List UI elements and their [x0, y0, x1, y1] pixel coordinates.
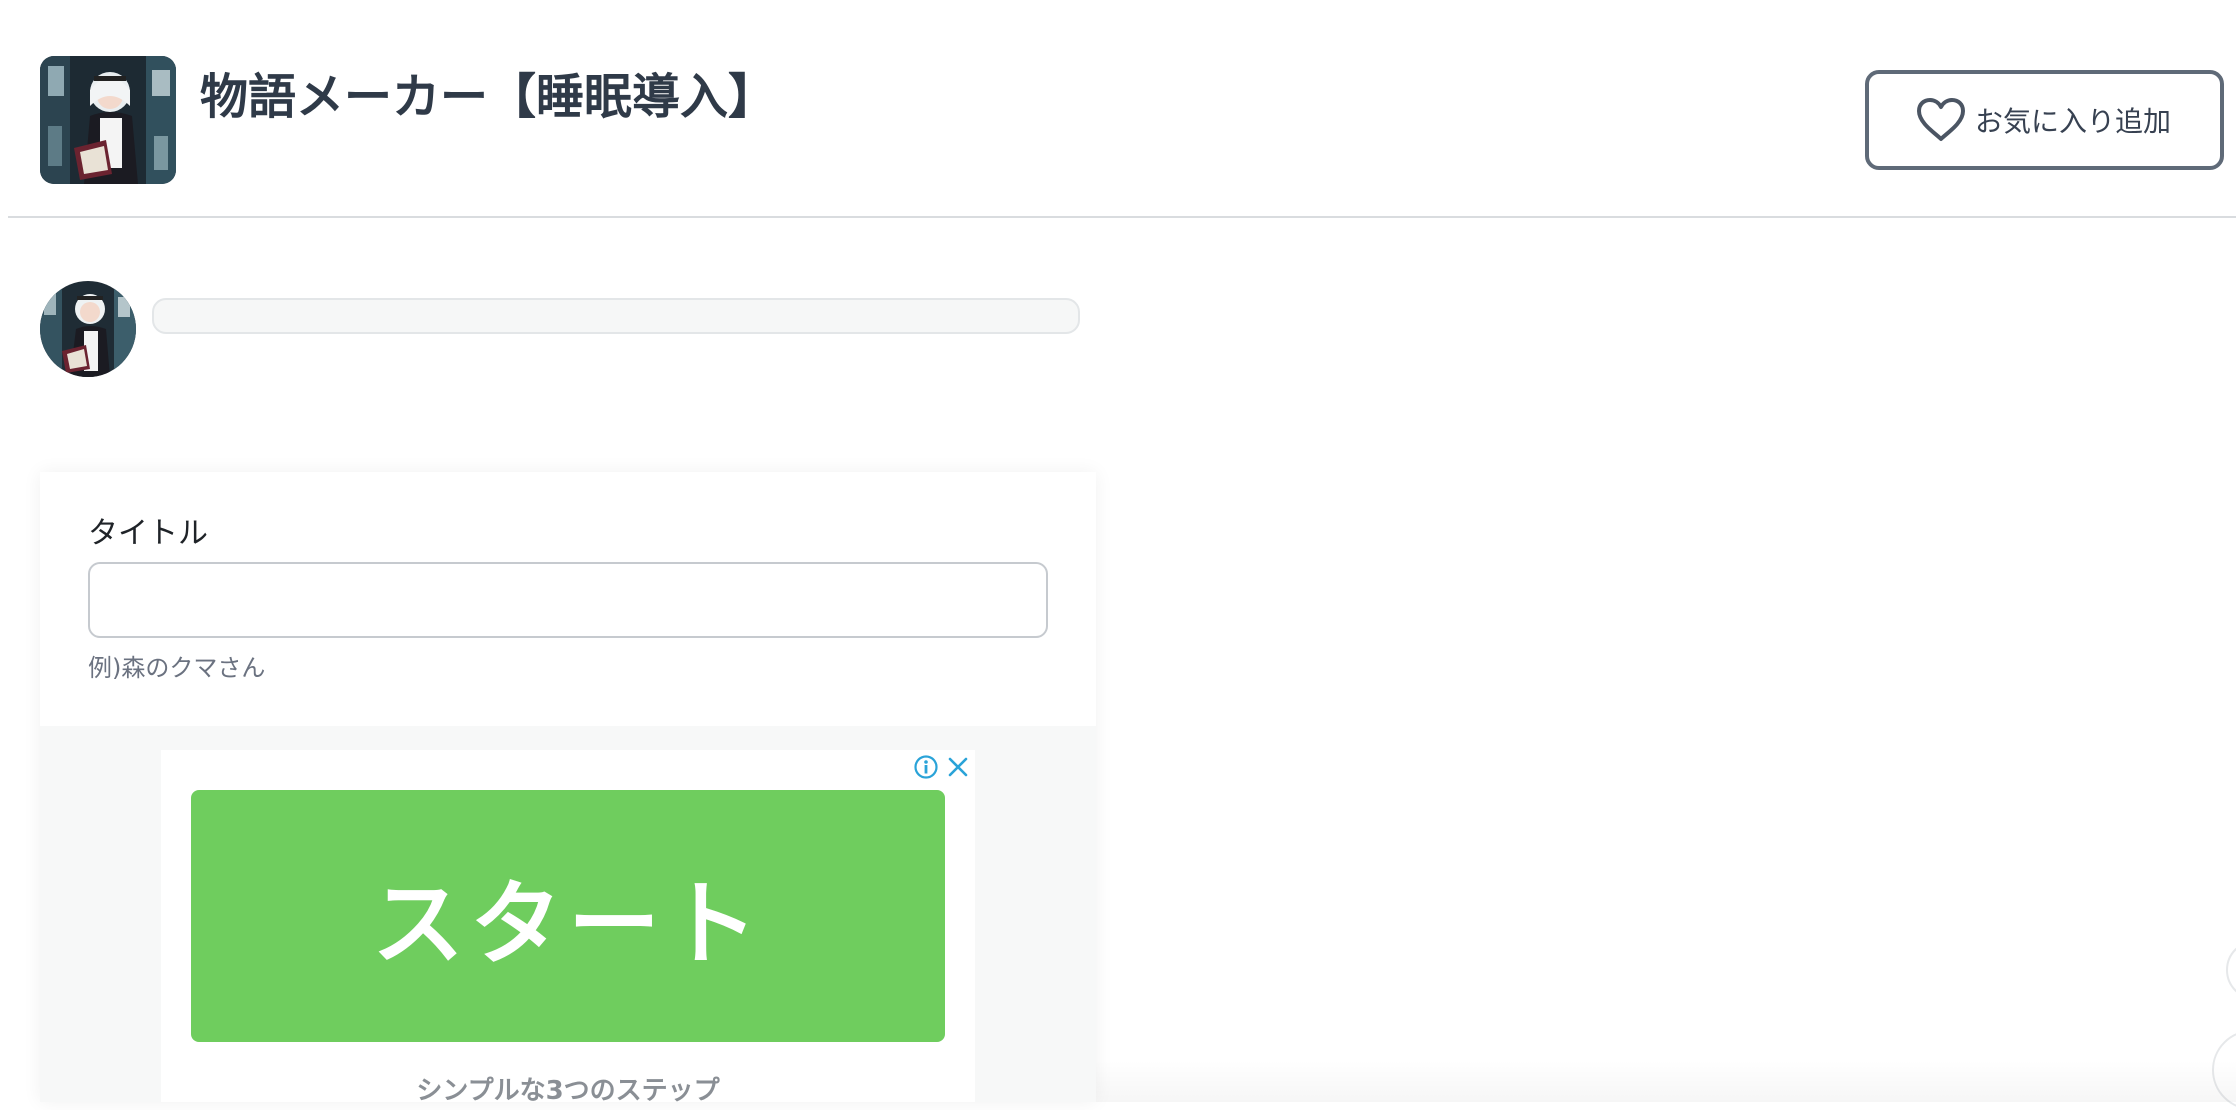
assistant-message-bubble [152, 298, 1080, 334]
start-button[interactable]: スタート [191, 790, 945, 1042]
ad-banner: スタート シンプルな3つのステップ [161, 750, 975, 1102]
bottom-shadow [1096, 1060, 2236, 1102]
heart-icon [1917, 98, 1965, 141]
story-form-card: タイトル 例)森のクマさん スタート シンプルな3つのステップ [40, 472, 1096, 1102]
ad-caption: シンプルな3つのステップ [416, 1076, 720, 1102]
title-field-label: タイトル [88, 516, 208, 551]
header: 物語メーカー【睡眠導入】 お気に入り追加 [8, 0, 2236, 218]
assistant-avatar [40, 281, 136, 377]
add-favorite-label: お気に入り追加 [1975, 106, 2172, 137]
page-title: 物語メーカー【睡眠導入】 [200, 69, 777, 125]
close-icon[interactable] [945, 754, 971, 780]
title-example-hint: 例)森のクマさん [88, 654, 266, 682]
info-icon[interactable] [913, 754, 939, 780]
add-favorite-button[interactable]: お気に入り追加 [1865, 70, 2224, 170]
ad-area: スタート シンプルな3つのステップ [40, 726, 1096, 1102]
floating-button-edge[interactable] [2226, 940, 2236, 1000]
title-input[interactable] [88, 562, 1048, 638]
app-icon-image [40, 56, 176, 184]
